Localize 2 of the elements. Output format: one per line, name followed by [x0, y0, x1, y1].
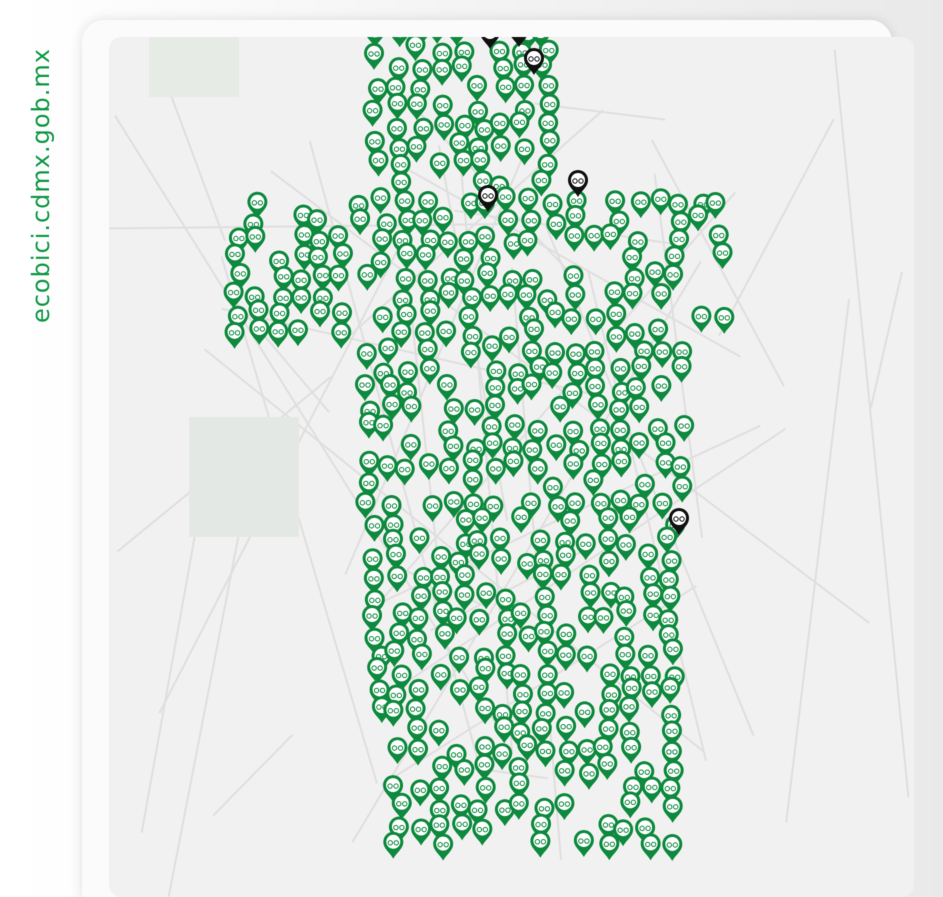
map-drawing[interactable] — [109, 37, 914, 897]
site-address: ecobici.cdmx.gob.mx — [27, 48, 55, 324]
